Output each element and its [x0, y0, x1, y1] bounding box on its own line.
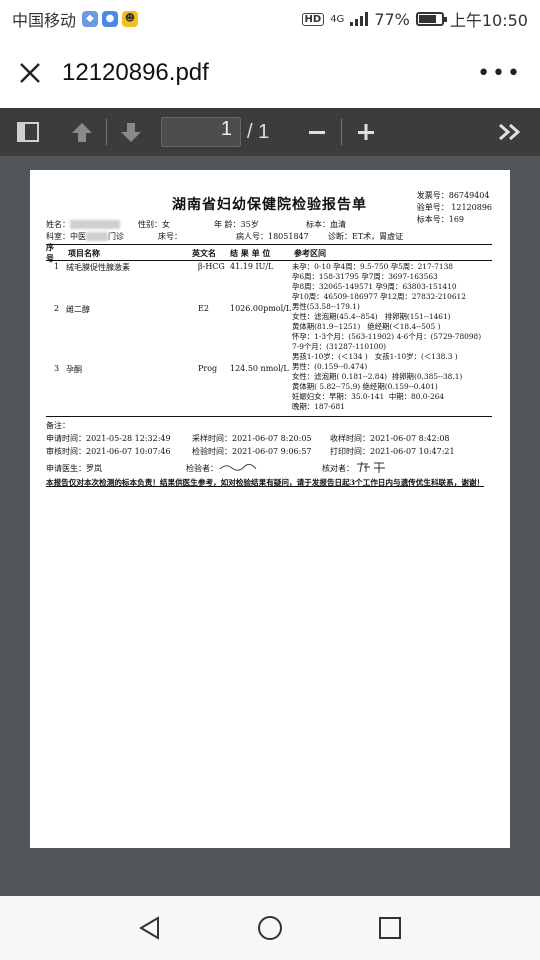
item-ref: 未孕：0-10 孕4周：9.5-750 孕5周：217-7138 孕6周：158…: [292, 262, 466, 301]
report-number: 验单号： 12120896: [416, 203, 492, 212]
patient-dept: 科室：中医: [46, 231, 86, 241]
item-name: 孕酮: [66, 365, 82, 374]
item-name: 绒毛膜促性腺激素: [66, 263, 130, 272]
more-tools-icon[interactable]: [488, 108, 532, 156]
checker-signature: [354, 460, 388, 477]
times-row-2: 审核时间：2021-06-07 10:07:46 检验时间：2021-06-07…: [46, 445, 492, 458]
toolbar-divider: [341, 119, 343, 145]
page-number-input[interactable]: 1: [161, 117, 241, 147]
hd-icon: HD: [301, 12, 325, 26]
redacted-dept: [86, 231, 108, 241]
patient-dept-suffix: 门诊: [108, 231, 124, 241]
col-no: 序号: [46, 242, 54, 263]
patient-record: 病人号：18051847: [236, 231, 309, 241]
patient-row-2: 科室：中医 门诊 床号： 病人号：18051847 诊断：ET术，胃虚证: [46, 230, 492, 242]
file-title: 12120896.pdf: [62, 59, 209, 86]
item-result: 1026.00pmol/L: [230, 304, 292, 313]
zoom-out-icon[interactable]: [295, 108, 339, 156]
status-bar: 中国移动 ◆ ● ☻ HD 4G 77% 上午10:50: [0, 0, 540, 38]
test-time: 检验时间：2021-06-07 9:06:57: [192, 447, 312, 456]
title-bar: 12120896.pdf •••: [0, 38, 540, 108]
col-name: 项目名称: [68, 247, 100, 258]
apply-time: 申请时间：2021-05-28 12:32:49: [46, 434, 171, 443]
result-row: 3 孕酮 Prog 124.50 nmol/L 男性：(0.159--0.474…: [46, 362, 492, 414]
item-no: 2: [54, 304, 60, 313]
signature-row: 申请医生：罗岚 检验者： 核对者：: [46, 460, 492, 476]
patient-diagnosis: 诊断：ET术，胃虚证: [328, 231, 404, 241]
sidebar-toggle-icon[interactable]: [6, 108, 50, 156]
item-no: 3: [54, 364, 60, 373]
next-page-icon[interactable]: [109, 108, 153, 156]
battery-fill: [418, 15, 436, 23]
status-right: HD 4G 77% 上午10:50: [301, 7, 528, 31]
clock: 上午10:50: [449, 11, 528, 30]
close-icon[interactable]: [18, 61, 42, 85]
divider: [46, 260, 492, 261]
item-abbr: E2: [198, 304, 209, 313]
result-row: 2 雌二醇 E2 1026.00pmol/L 男性(53.58--179.1) …: [46, 302, 492, 362]
item-ref: 男性(53.58--179.1) 女性：滤泡期(45.4--854) 排卵期(1…: [292, 302, 482, 361]
result-row: 1 绒毛膜促性腺激素 β-HCG 41.19 IU/L 未孕：0-10 孕4周：…: [46, 262, 492, 302]
network-type: 4G: [330, 13, 345, 25]
item-abbr: β-HCG: [198, 262, 225, 271]
carrier-name: 中国移动: [12, 11, 77, 30]
remarks: 备注：: [46, 419, 492, 432]
divider: [46, 244, 492, 245]
checker-label: 核对者：: [322, 463, 354, 473]
sample-time: 采样时间：2021-06-07 8:20:05: [192, 434, 312, 443]
col-ref: 参考区间: [294, 247, 326, 258]
pdf-toolbar: 1 / 1: [0, 108, 540, 156]
page-count: / 1: [247, 120, 270, 143]
zoom-in-icon[interactable]: [344, 108, 388, 156]
pdf-viewer[interactable]: 湖南省妇幼保健院检验报告单 发票号：86749404 验单号： 12120896…: [0, 156, 540, 896]
recents-square-icon[interactable]: [370, 908, 410, 948]
item-result: 124.50 nmol/L: [230, 364, 289, 373]
review-time: 审核时间：2021-06-07 10:07:46: [46, 447, 171, 456]
invoice-number: 发票号：86749404: [416, 191, 490, 200]
print-time: 打印时间：2021-06-07 10:47:21: [330, 447, 455, 456]
back-triangle-icon[interactable]: [130, 908, 170, 948]
app-notification-icon: ◆: [82, 11, 99, 27]
battery-icon: [415, 12, 447, 26]
app-notification-icon: ☻: [122, 11, 139, 27]
more-dots-icon[interactable]: •••: [477, 61, 522, 86]
item-name: 雌二醇: [66, 305, 90, 314]
col-result: 结 果 单 位: [230, 247, 271, 258]
apply-doctor: 申请医生：罗岚: [46, 463, 102, 473]
toolbar-divider: [106, 119, 107, 145]
item-result: 41.19 IU/L: [230, 262, 274, 271]
redacted-name: [70, 219, 120, 229]
signal-icon: [350, 12, 369, 26]
battery-percent: 77%: [374, 9, 410, 29]
app-notification-icon: ●: [102, 11, 119, 27]
item-no: 1: [54, 262, 60, 271]
remarks-label: 备注：: [46, 421, 70, 430]
report-codes: 发票号：86749404 验单号： 12120896 标本号：169: [417, 190, 492, 226]
home-circle-icon[interactable]: [250, 908, 290, 948]
times-row-1: 申请时间：2021-05-28 12:32:49 采样时间：2021-06-07…: [46, 432, 492, 445]
pdf-page: 湖南省妇幼保健院检验报告单 发票号：86749404 验单号： 12120896…: [30, 170, 510, 848]
specimen-number: 标本号：169: [416, 215, 465, 224]
receive-time: 收样时间：2021-06-07 8:42:08: [330, 434, 450, 443]
tester-label: 检验者：: [186, 463, 218, 473]
item-abbr: Prog: [198, 364, 218, 373]
report-title: 湖南省妇幼保健院检验报告单: [172, 197, 367, 213]
previous-page-icon[interactable]: [60, 108, 104, 156]
divider: [46, 416, 492, 417]
item-ref: 男性：(0.159--0.474) 女性：滤泡期( 0.181--2.84) 排…: [292, 362, 463, 411]
report-footer: 备注： 申请时间：2021-05-28 12:32:49 采样时间：2021-0…: [46, 419, 492, 488]
column-header: 序号 项目名称 英文名 结 果 单 位 参考区间: [46, 242, 492, 263]
system-nav-bar: [0, 896, 540, 960]
report-notice: 本报告仅对本次检测的标本负责！结果供医生参考，如对检验结果有疑问，请于发报告日起…: [46, 478, 485, 487]
notification-icons: ◆ ● ☻: [82, 11, 139, 27]
col-abbr: 英文名: [192, 247, 216, 258]
tester-signature: [218, 461, 322, 476]
patient-bed: 床号：: [158, 231, 182, 241]
